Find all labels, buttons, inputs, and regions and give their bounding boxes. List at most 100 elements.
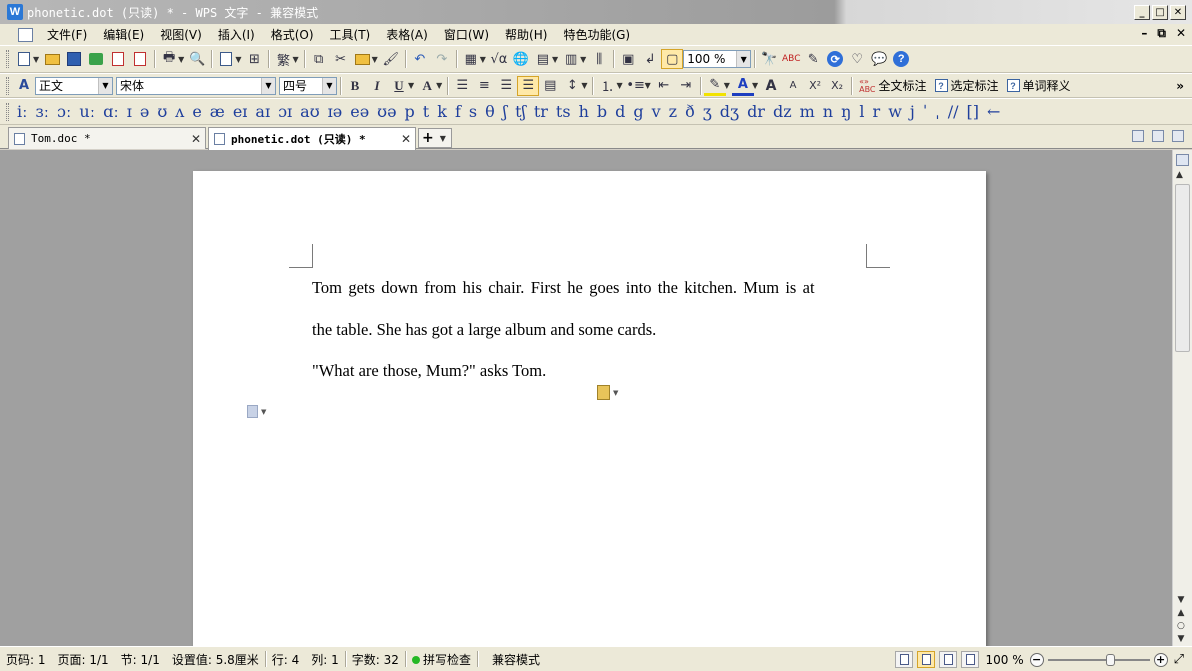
phonetic-symbol-button[interactable]: t — [419, 102, 433, 121]
numbering-dropdown-icon[interactable]: ▼ — [616, 81, 622, 90]
phonetic-symbol-button[interactable]: v — [648, 102, 665, 121]
text-effect-button[interactable]: A — [416, 76, 438, 96]
phonetic-symbol-button[interactable]: ɑː — [99, 102, 123, 121]
justify-icon[interactable]: ☰ — [517, 75, 540, 96]
paste-dropdown-icon[interactable]: ▼ — [372, 55, 378, 64]
table-dropdown-icon[interactable]: ▼ — [552, 55, 558, 64]
paragraph-2[interactable]: the table. She has got a large album and… — [312, 320, 868, 340]
new-icon[interactable] — [13, 49, 35, 69]
phonetic-symbol-button[interactable]: tr — [530, 102, 552, 121]
document-menu-icon[interactable] — [18, 27, 33, 42]
save-icon[interactable] — [63, 49, 85, 69]
close-icon[interactable]: ✕ — [191, 132, 201, 146]
insert-table-icon[interactable]: ▦ — [460, 49, 482, 69]
tab-phonetic-dot[interactable]: phonetic.dot (只读) * ✕ — [208, 127, 416, 150]
print-dropdown-icon[interactable]: ▼ — [178, 55, 184, 64]
phonetic-symbol-button[interactable]: aʊ — [296, 102, 323, 121]
style-select[interactable]: 正文 ▼ — [35, 76, 113, 95]
chevron-down-icon[interactable]: ▼ — [98, 77, 112, 94]
phonetic-symbol-button[interactable]: h — [575, 102, 593, 121]
drawing-icon[interactable]: ✎ — [802, 49, 824, 69]
phonetic-symbol-button[interactable]: ts — [552, 102, 575, 121]
phonetic-symbol-button[interactable]: [] — [962, 102, 982, 121]
phonetic-symbol-button[interactable]: ʊ — [153, 102, 171, 121]
highlight-icon[interactable]: ✎ — [703, 76, 726, 96]
phonetic-symbol-button[interactable]: r — [869, 102, 885, 121]
align-icon[interactable]: ⫼ — [588, 49, 610, 69]
help-icon[interactable]: ? — [890, 49, 912, 69]
phonetic-symbol-button[interactable]: j — [906, 102, 919, 121]
page-margin-button[interactable]: ▼ — [247, 405, 266, 418]
paste-icon[interactable] — [352, 49, 374, 69]
chevron-down-icon[interactable]: ▼ — [736, 51, 751, 67]
distributed-icon[interactable]: ▤ — [539, 76, 561, 96]
redo-icon[interactable]: ↷ — [431, 49, 453, 69]
scroll-down-arrow-icon[interactable]: ▼ — [1177, 595, 1184, 605]
bullets-dropdown-icon[interactable]: ▼ — [645, 81, 651, 90]
phonetic-symbol-button[interactable]: z — [665, 102, 681, 121]
phonetic-symbol-button[interactable]: f — [451, 102, 465, 121]
phonetic-symbol-button[interactable]: ɔɪ — [274, 102, 296, 121]
paragraph-3[interactable]: "What are those, Mum?" asks Tom. — [312, 361, 868, 381]
phonetic-symbol-button[interactable]: ð — [681, 102, 699, 121]
paragraph-1[interactable]: Tom gets down from his chair. First he g… — [312, 278, 868, 298]
window-tile-icon[interactable] — [1152, 130, 1164, 142]
zoom-select[interactable]: 100 % ▼ — [683, 50, 752, 68]
underline-button[interactable]: U — [388, 76, 410, 96]
phonetic-symbol-button[interactable]: ʒ — [699, 102, 716, 121]
zoom-in-button[interactable]: + — [1153, 652, 1168, 667]
outline-view-button[interactable] — [939, 651, 958, 668]
format-painter-icon[interactable]: 🖌 — [380, 49, 402, 69]
phonetic-symbol-button[interactable]: // — [944, 102, 963, 121]
phonetic-symbol-button[interactable]: ← — [983, 102, 1004, 121]
bold-button[interactable]: B — [344, 76, 366, 96]
phonetic-symbol-button[interactable]: eɪ — [229, 102, 252, 121]
minimize-button[interactable]: _ — [1134, 5, 1150, 20]
phonetic-symbol-button[interactable]: dʒ — [716, 102, 743, 121]
close-button[interactable]: ✕ — [1170, 5, 1186, 20]
word-meaning-button[interactable]: ? 单词释义 — [1003, 77, 1075, 94]
page-view-button[interactable] — [917, 651, 936, 668]
phonetic-symbol-button[interactable]: e — [188, 102, 205, 121]
text-effect-dropdown-icon[interactable]: ▼ — [436, 81, 442, 90]
italic-button[interactable]: I — [366, 76, 388, 96]
phonetic-symbol-button[interactable]: ʃ — [499, 102, 511, 121]
numbering-icon[interactable]: ⒈ — [596, 76, 618, 96]
phonetic-symbol-button[interactable]: g — [629, 102, 647, 121]
table-icon[interactable]: ▤ — [532, 49, 554, 69]
full-annotate-button[interactable]: «» ABC 全文标注 — [855, 77, 930, 94]
close-icon[interactable]: ✕ — [401, 132, 411, 146]
zoom-slider-handle[interactable] — [1105, 653, 1115, 666]
menu-view[interactable]: 视图(V) — [152, 26, 210, 43]
phonetic-symbol-button[interactable]: æ — [206, 102, 229, 121]
wps-app-icon[interactable]: W — [7, 4, 23, 20]
copy-icon[interactable]: ⧉ — [308, 49, 330, 69]
split-view-icon[interactable] — [1176, 154, 1189, 166]
toolbar-grip[interactable] — [6, 102, 9, 121]
shrink-font-button[interactable]: A — [782, 76, 804, 96]
increase-indent-icon[interactable]: ⇥ — [675, 76, 697, 96]
toolbar-grip[interactable] — [6, 50, 9, 68]
selected-annotate-button[interactable]: ? 选定标注 — [931, 77, 1003, 94]
menu-format[interactable]: 格式(O) — [263, 26, 322, 43]
phonetic-symbol-button[interactable]: ɔː — [53, 102, 75, 121]
hyperlink-icon[interactable]: 🌐 — [510, 49, 532, 69]
zoom-level[interactable]: 100 % — [985, 653, 1023, 667]
document-page[interactable]: Tom gets down from his chair. First he g… — [193, 171, 986, 646]
previous-page-icon[interactable]: ▲ — [1177, 608, 1184, 618]
scrollbar-thumb[interactable] — [1175, 184, 1190, 352]
export-pdf-icon[interactable] — [107, 49, 129, 69]
menu-window[interactable]: 窗口(W) — [436, 26, 497, 43]
phonetic-symbol-button[interactable]: d — [611, 102, 629, 121]
doc-restore-button[interactable]: ⧉ — [1157, 26, 1166, 41]
align-right-icon[interactable]: ☰ — [495, 76, 517, 96]
menu-file[interactable]: 文件(F) — [39, 26, 95, 43]
text-box-icon[interactable]: ▣ — [617, 49, 639, 69]
cut-icon[interactable]: ✂ — [330, 49, 352, 69]
send-mail-icon[interactable] — [85, 49, 107, 69]
phonetic-symbol-button[interactable]: dz — [769, 102, 796, 121]
menu-insert[interactable]: 插入(I) — [210, 26, 263, 43]
print-preview-icon[interactable]: 🔍 — [186, 49, 208, 69]
decrease-indent-icon[interactable]: ⇤ — [653, 76, 675, 96]
menu-table[interactable]: 表格(A) — [378, 26, 436, 43]
